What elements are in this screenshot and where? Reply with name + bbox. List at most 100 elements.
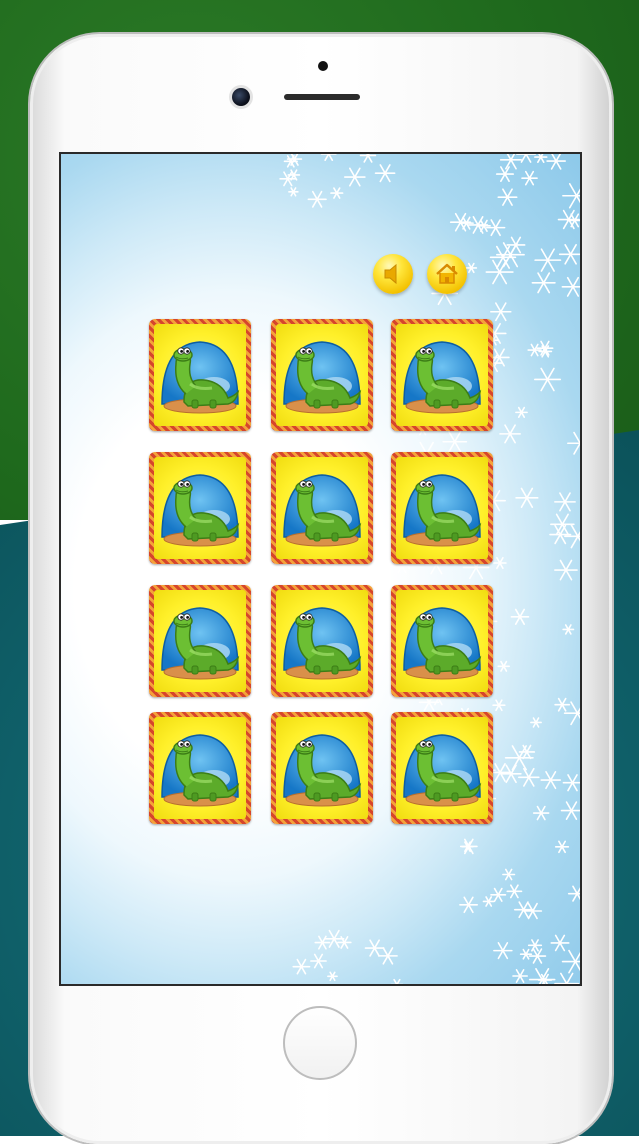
- snowflake-icon: [359, 154, 377, 163]
- card-face: [276, 590, 368, 692]
- snowflake-icon: [561, 949, 580, 974]
- dinosaur-icon: [403, 474, 482, 547]
- snowflake-icon: [292, 958, 311, 975]
- memory-card[interactable]: [271, 319, 373, 431]
- card-face: [154, 717, 246, 819]
- snowflake-icon: [310, 953, 327, 969]
- snowflake-icon: [562, 624, 575, 635]
- snowflake-icon: [490, 887, 507, 902]
- snowflake-icon: [499, 154, 523, 170]
- sound-button[interactable]: [373, 254, 413, 294]
- snowflake-icon: [567, 431, 580, 455]
- memory-card[interactable]: [149, 585, 251, 697]
- snowflake-icon: [465, 262, 478, 274]
- snowflake-icon: [546, 154, 566, 170]
- snowflake-icon: [554, 840, 570, 854]
- memory-card[interactable]: [149, 452, 251, 564]
- speaker-icon: [384, 263, 397, 285]
- snowflake-icon: [516, 154, 536, 163]
- snowflake-icon: [531, 272, 556, 294]
- card-face: [154, 457, 246, 559]
- snowflake-icon: [534, 154, 548, 163]
- dinosaur-icon: [161, 607, 240, 680]
- snowflake-icon: [343, 167, 366, 187]
- snowflake-icon: [554, 972, 580, 984]
- dinosaur-icon: [283, 734, 362, 807]
- snowflake-icon: [534, 248, 562, 272]
- dinosaur-icon: [161, 734, 240, 807]
- memory-card[interactable]: [149, 712, 251, 824]
- snowflake-icon: [482, 896, 495, 907]
- snowflake-icon: [527, 939, 543, 952]
- snowflake-icon: [327, 971, 338, 982]
- memory-card[interactable]: [391, 585, 493, 697]
- snowflake-icon: [515, 487, 539, 509]
- snowflake-icon: [566, 213, 580, 228]
- snowflake-icon: [560, 801, 580, 820]
- dinosaur-icon: [403, 607, 482, 680]
- card-face: [396, 324, 488, 426]
- memory-card[interactable]: [271, 712, 373, 824]
- snowflake-icon: [561, 276, 580, 297]
- card-face: [276, 457, 368, 559]
- snowflake-icon: [459, 896, 479, 914]
- snowflake-icon: [364, 939, 385, 957]
- home-button[interactable]: [427, 254, 467, 294]
- dinosaur-icon: [403, 341, 482, 414]
- phone-home-button: [283, 1006, 357, 1080]
- snowflake-icon: [527, 343, 542, 357]
- snowflake-icon: [323, 929, 345, 948]
- snowflake-icon: [515, 406, 528, 418]
- snowflake-decoration: [279, 154, 580, 984]
- game-screen: [59, 152, 582, 986]
- card-face: [276, 717, 368, 819]
- snowflake-icon: [330, 187, 344, 199]
- snowflake-icon: [493, 942, 513, 960]
- card-face: [396, 457, 488, 559]
- snowflake-icon: [390, 978, 404, 984]
- memory-card[interactable]: [149, 319, 251, 431]
- dinosaur-icon: [283, 607, 362, 680]
- snowflake-icon: [518, 744, 536, 760]
- memory-card[interactable]: [271, 452, 373, 564]
- card-face: [154, 324, 246, 426]
- card-face: [396, 590, 488, 692]
- snowflake-icon: [562, 183, 580, 209]
- memory-card[interactable]: [391, 712, 493, 824]
- card-face: [276, 324, 368, 426]
- snowflake-icon: [558, 244, 580, 265]
- snowflake-icon: [288, 187, 299, 197]
- snowflake-icon: [495, 166, 514, 183]
- phone-sensor: [318, 61, 328, 71]
- dinosaur-icon: [161, 474, 240, 547]
- snowflake-icon: [459, 838, 478, 855]
- snowflake-icon: [497, 660, 510, 672]
- snowflake-icon: [564, 524, 580, 549]
- memory-card[interactable]: [391, 319, 493, 431]
- snowflake-icon: [442, 430, 468, 453]
- snowflake-icon: [490, 302, 512, 322]
- dinosaur-icon: [283, 341, 362, 414]
- snowflake-icon: [497, 188, 518, 206]
- snowflake-icon: [519, 948, 533, 960]
- snowflake-icon: [506, 884, 523, 899]
- dinosaur-icon: [283, 474, 362, 547]
- home-icon: [436, 263, 458, 284]
- snowflake-icon: [540, 770, 562, 790]
- snowflake-icon: [562, 774, 580, 792]
- snowflake-icon: [374, 164, 396, 183]
- snowflake-icon: [554, 697, 571, 712]
- snowflake-icon: [521, 170, 538, 186]
- memory-card[interactable]: [391, 452, 493, 564]
- snowflake-icon: [530, 717, 542, 728]
- snowflake-icon: [499, 424, 521, 444]
- snowflake-icon: [567, 885, 580, 902]
- snowflake-icon: [512, 969, 528, 983]
- memory-card[interactable]: [271, 585, 373, 697]
- snowflake-icon: [377, 947, 398, 965]
- earpiece-speaker: [284, 94, 360, 100]
- snowflake-icon: [554, 492, 576, 512]
- snowflake-icon: [492, 699, 506, 712]
- snowflake-icon: [485, 219, 506, 237]
- card-face: [154, 590, 246, 692]
